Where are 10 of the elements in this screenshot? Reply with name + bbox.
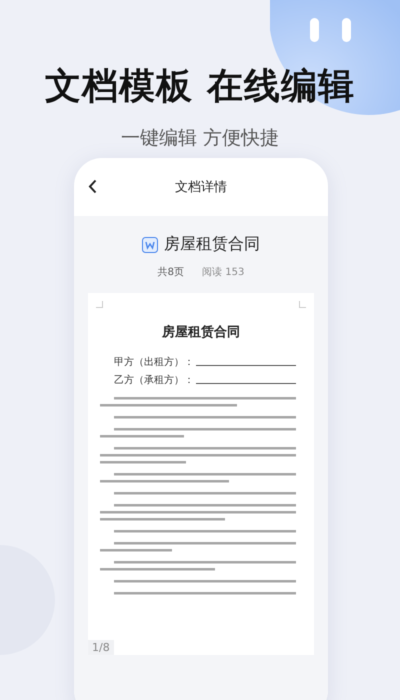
screen-title: 文档详情 [175,179,227,196]
read-count: 阅读 153 [202,266,244,279]
party-label: 乙方（承租方）： [114,374,194,387]
document-title: 房屋租赁合同 [164,234,260,255]
headline: 文档模板 在线编辑 [45,65,355,109]
page-indicator: 1/8 [88,640,114,655]
page-count: 共8页 [158,266,184,279]
page-title: 房屋租赁合同 [161,324,241,341]
subheadline: 一键编辑 方便快捷 [120,126,280,151]
party-label: 甲方（出租方）： [114,356,194,369]
